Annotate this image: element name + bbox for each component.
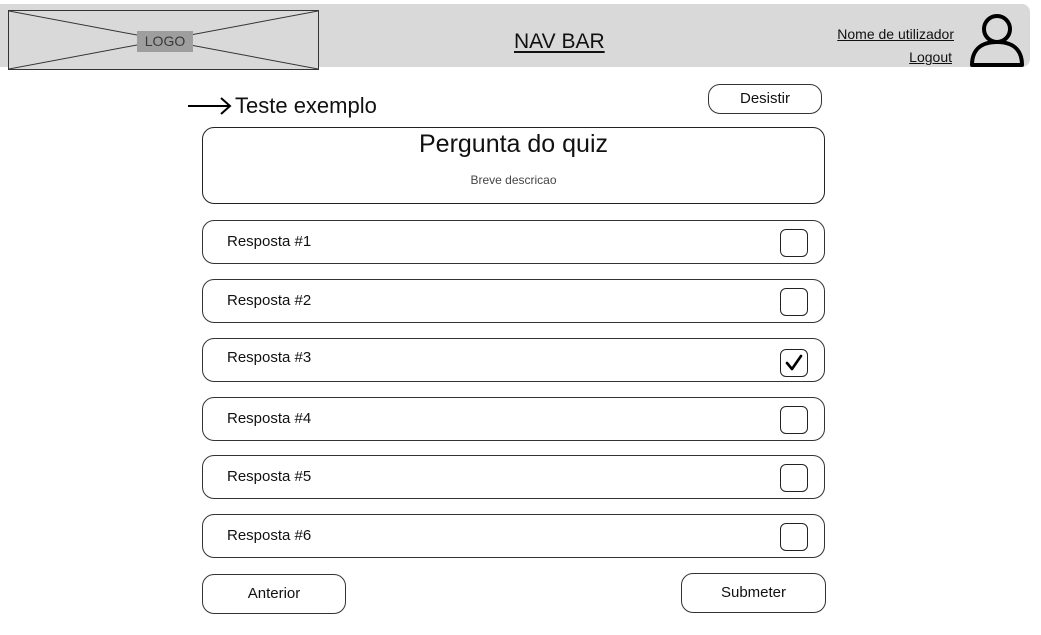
answer-checkbox-1[interactable]	[780, 229, 808, 257]
answer-checkbox-6[interactable]	[780, 523, 808, 551]
answer-option-6[interactable]: Resposta #6	[202, 514, 825, 558]
answer-checkbox-5[interactable]	[780, 464, 808, 492]
answer-label: Resposta #2	[227, 292, 312, 309]
quit-button[interactable]: Desistir	[708, 84, 822, 114]
answer-label: Resposta #4	[227, 410, 312, 427]
answer-label: Resposta #5	[227, 468, 312, 485]
checkmark-icon	[785, 354, 803, 371]
nav-title[interactable]: NAV BAR	[514, 30, 605, 54]
user-name-link[interactable]: Nome de utilizador	[837, 26, 954, 42]
nav-bar: LOGO NAV BAR Nome de utilizador Logout	[0, 4, 1030, 70]
logo-text: LOGO	[137, 31, 193, 52]
answer-checkbox-4[interactable]	[780, 406, 808, 434]
answer-option-3[interactable]: Resposta #3	[202, 338, 825, 382]
user-icon[interactable]	[968, 11, 1026, 67]
question-description: Breve descricao	[470, 173, 557, 187]
answer-option-2[interactable]: Resposta #2	[202, 279, 825, 323]
previous-button[interactable]: Anterior	[202, 574, 346, 614]
answer-option-1[interactable]: Resposta #1	[202, 220, 825, 264]
arrow-right-icon[interactable]	[187, 96, 233, 116]
logo[interactable]: LOGO	[8, 10, 319, 70]
question-card: Pergunta do quiz Breve descricao	[202, 127, 825, 204]
answer-option-4[interactable]: Resposta #4	[202, 397, 825, 441]
answer-label: Resposta #6	[227, 527, 312, 544]
answer-checkbox-2[interactable]	[780, 288, 808, 316]
answer-label: Resposta #1	[227, 233, 312, 250]
quiz-title: Teste exemplo	[235, 93, 377, 118]
logout-link[interactable]: Logout	[909, 49, 952, 65]
submit-button[interactable]: Submeter	[681, 573, 826, 613]
question-title: Pergunta do quiz	[418, 130, 609, 158]
answer-option-5[interactable]: Resposta #5	[202, 455, 825, 499]
answer-label: Resposta #3	[227, 349, 312, 366]
answer-checkbox-3[interactable]	[780, 349, 808, 377]
